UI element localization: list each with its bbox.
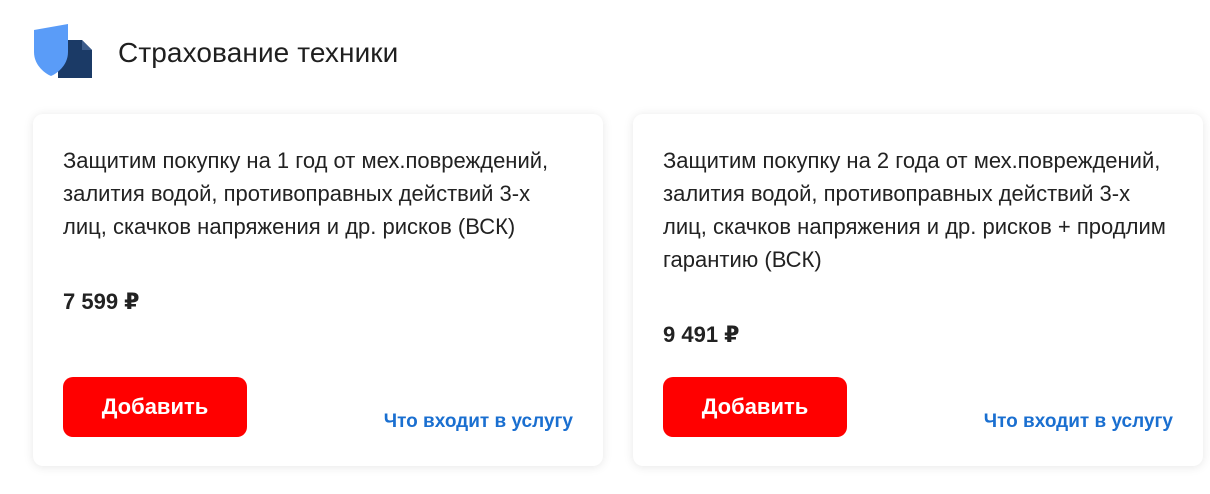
section-title: Страхование техники (118, 37, 399, 68)
card-description: Защитим покупку на 2 года от мех.поврежд… (663, 148, 1166, 272)
section-header: Страхование техники (34, 24, 398, 82)
card-price: 9 491 ₽ (663, 322, 740, 347)
equipment-insurance-section: Страхование техники Защитим покупку на 1… (0, 0, 1210, 494)
add-button[interactable]: Добавить (663, 377, 847, 437)
card-price: 7 599 ₽ (63, 289, 140, 314)
whats-included-link[interactable]: Что входит в услугу (384, 411, 573, 433)
insurance-card-1-year: Защитим покупку на 1 год от мех.поврежде… (33, 114, 603, 466)
insurance-shield-document-icon (34, 24, 92, 82)
card-description: Защитим покупку на 1 год от мех.поврежде… (63, 148, 549, 239)
whats-included-link[interactable]: Что входит в услугу (984, 411, 1173, 433)
add-button[interactable]: Добавить (63, 377, 247, 437)
insurance-card-2-years: Защитим покупку на 2 года от мех.поврежд… (633, 114, 1203, 466)
